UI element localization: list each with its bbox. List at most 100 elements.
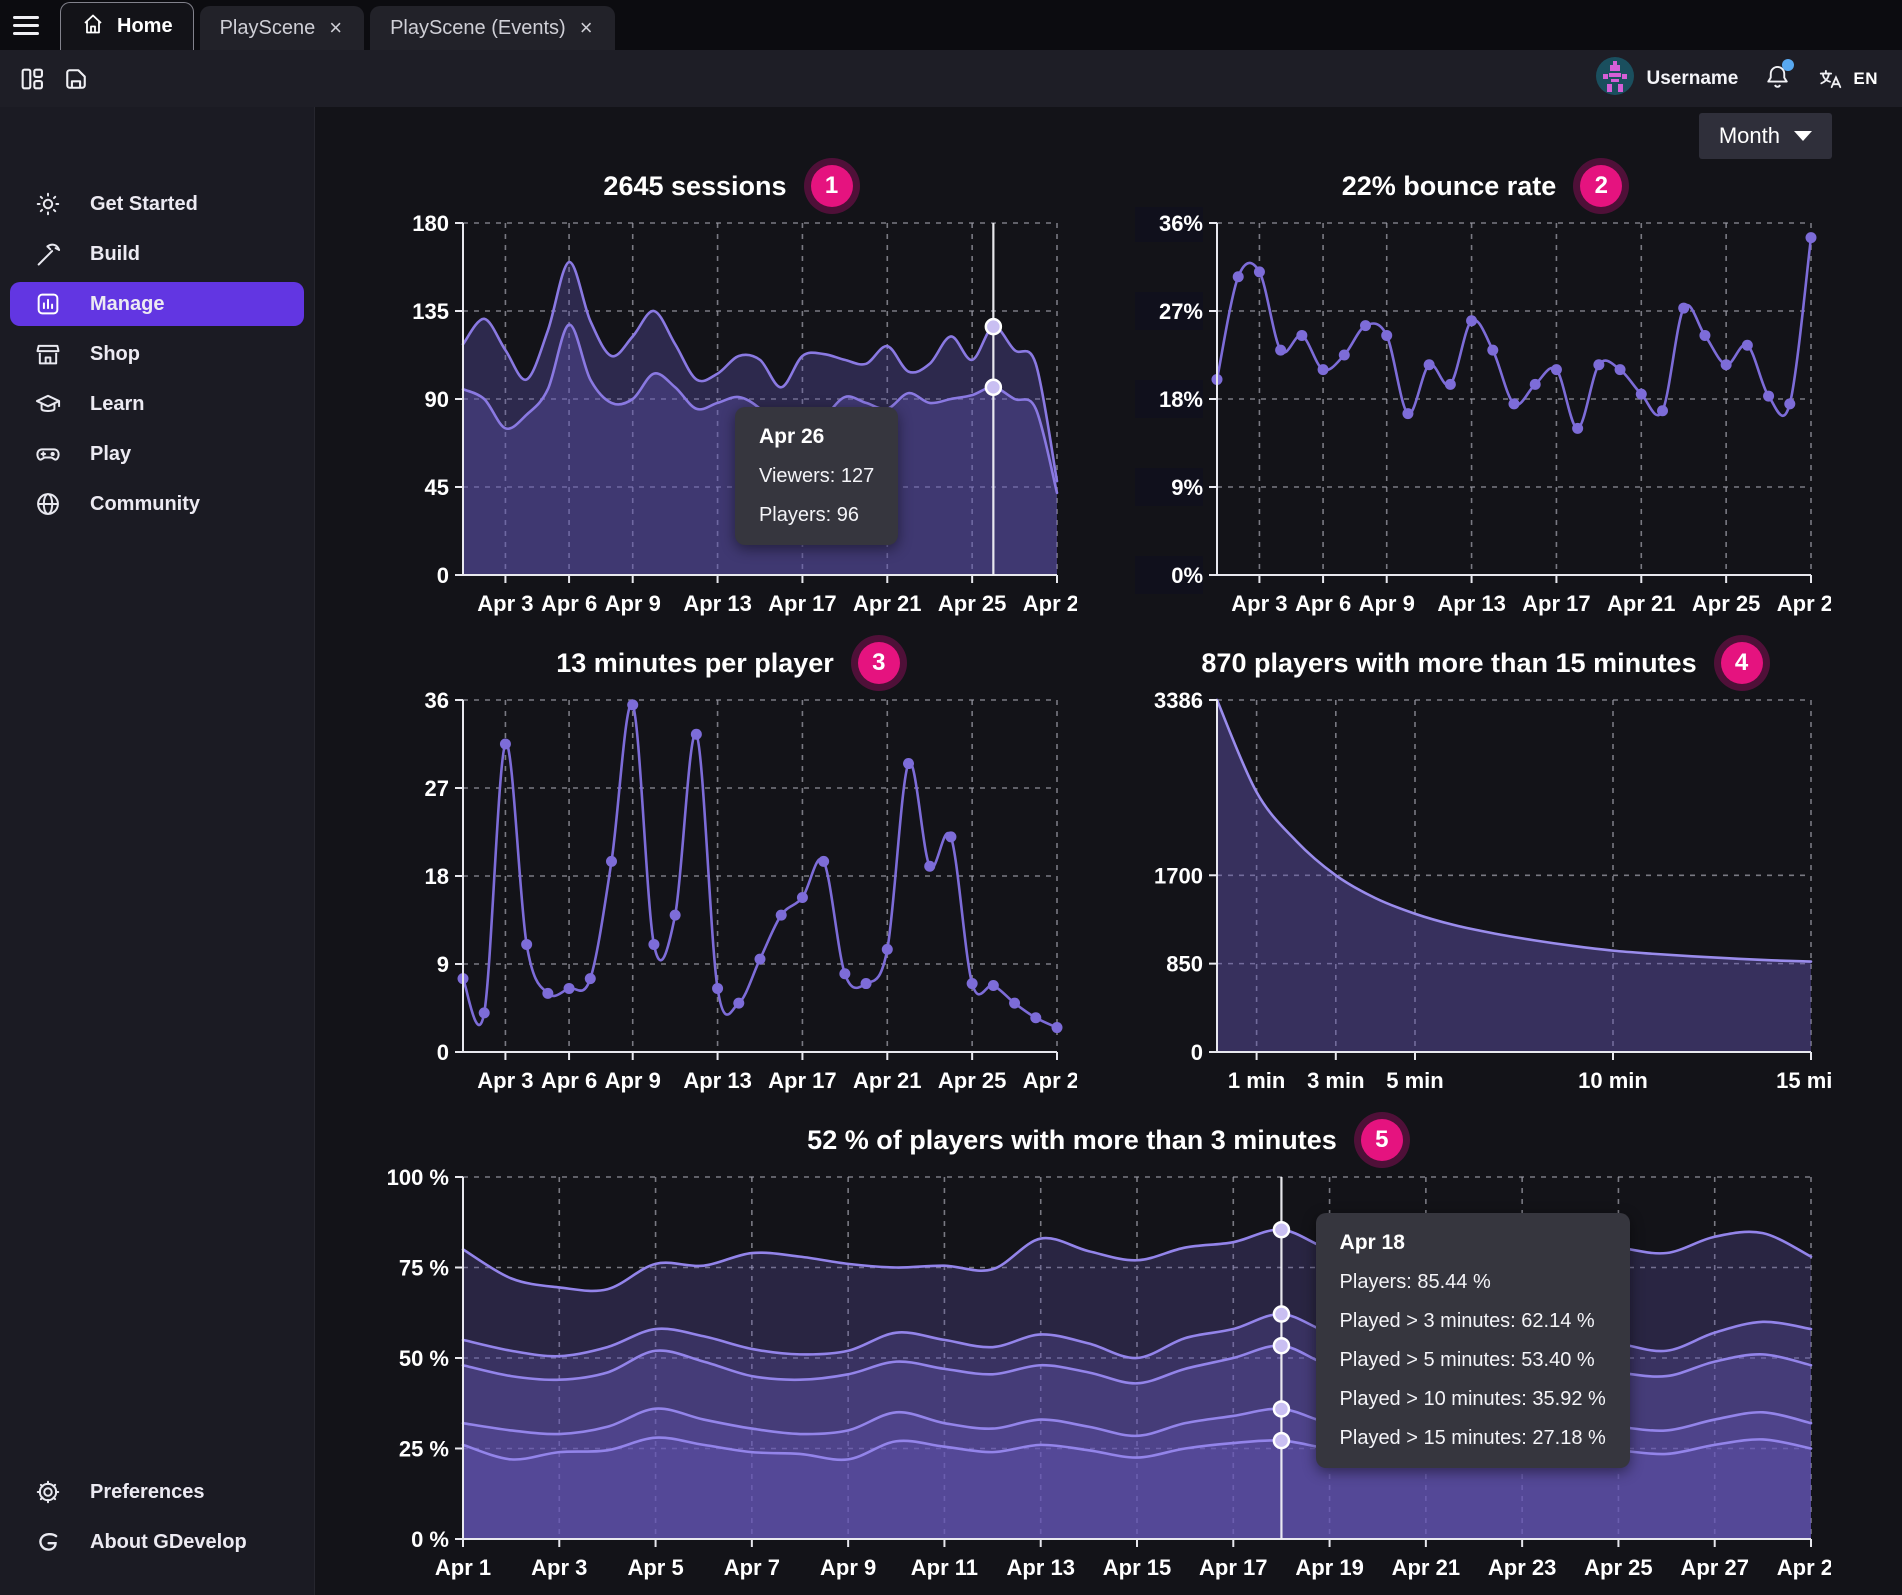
sidebar-item-label: Shop: [90, 343, 140, 366]
sessions-plot: 18013590450Apr 3Apr 6Apr 9Apr 13Apr 17Ap…: [379, 207, 1077, 632]
svg-text:Apr 6: Apr 6: [1295, 591, 1351, 616]
sidebar-item-about[interactable]: About GDevelop: [10, 1520, 304, 1564]
notifications-button[interactable]: [1764, 63, 1791, 95]
svg-text:100 %: 100 %: [387, 1165, 449, 1190]
svg-text:1 min: 1 min: [1228, 1068, 1285, 1093]
chart-tooltip: Apr 18 Players: 85.44 % Played > 3 minut…: [1316, 1213, 1630, 1468]
chart-tooltip: Apr 26 Viewers: 127 Players: 96: [735, 407, 898, 545]
svg-text:Apr 13: Apr 13: [683, 591, 751, 616]
svg-text:0%: 0%: [1171, 563, 1203, 588]
language-switcher[interactable]: EN: [1817, 66, 1878, 92]
analytics-icon: [34, 290, 62, 318]
save-icon[interactable]: [54, 57, 98, 101]
svg-text:Apr 21: Apr 21: [853, 591, 921, 616]
period-dropdown[interactable]: Month: [1699, 113, 1832, 159]
close-icon[interactable]: ×: [327, 17, 344, 39]
svg-text:Apr 25: Apr 25: [938, 1068, 1006, 1093]
tab-playscene-events[interactable]: PlayScene (Events) ×: [370, 6, 615, 50]
svg-text:36%: 36%: [1159, 211, 1203, 236]
tab-home[interactable]: Home: [60, 2, 194, 50]
svg-text:Apr 17: Apr 17: [1199, 1555, 1267, 1580]
gdevelop-logo-icon: [34, 1528, 62, 1556]
pickaxe-icon: [34, 240, 62, 268]
svg-text:1700: 1700: [1154, 863, 1203, 888]
svg-text:15 min: 15 min: [1776, 1068, 1831, 1093]
layout-panels-icon[interactable]: [10, 57, 54, 101]
svg-text:3386: 3386: [1154, 688, 1203, 713]
bounce-rate-plot: 36%27%18%9%0%Apr 3Apr 6Apr 9Apr 13Apr 17…: [1133, 207, 1831, 632]
step-badge-2[interactable]: 2: [1580, 165, 1622, 207]
svg-text:36: 36: [425, 688, 449, 713]
svg-text:Apr 9: Apr 9: [820, 1555, 876, 1580]
svg-text:Apr 15: Apr 15: [1103, 1555, 1171, 1580]
sidebar-item-community[interactable]: Community: [10, 482, 304, 526]
svg-text:Apr 29: Apr 29: [1023, 1068, 1077, 1093]
svg-text:Apr 6: Apr 6: [541, 1068, 597, 1093]
tooltip-line: Played > 5 minutes: 53.40 %: [1340, 1349, 1606, 1372]
chart-title: 52 % of players with more than 3 minutes: [807, 1125, 1337, 1156]
svg-text:Apr 29: Apr 29: [1023, 591, 1077, 616]
tooltip-line: Players: 85.44 %: [1340, 1271, 1606, 1294]
svg-text:Apr 9: Apr 9: [605, 1068, 661, 1093]
svg-text:0 %: 0 %: [411, 1527, 449, 1552]
svg-text:18%: 18%: [1159, 387, 1203, 412]
svg-text:3 min: 3 min: [1307, 1068, 1364, 1093]
chart-title: 22% bounce rate: [1342, 171, 1557, 202]
sidebar-item-shop[interactable]: Shop: [10, 332, 304, 376]
sidebar-item-label: Get Started: [90, 193, 198, 216]
svg-text:Apr 21: Apr 21: [853, 1068, 921, 1093]
toolbar: Username EN: [0, 50, 1902, 107]
tab-playscene[interactable]: PlayScene ×: [200, 6, 364, 50]
sidebar-item-build[interactable]: Build: [10, 232, 304, 276]
svg-text:Apr 29: Apr 29: [1777, 591, 1831, 616]
svg-text:Apr 17: Apr 17: [768, 1068, 836, 1093]
tooltip-line: Viewers: 127: [759, 465, 874, 488]
sidebar-item-preferences[interactable]: Preferences: [10, 1470, 304, 1514]
gamepad-icon: [34, 440, 62, 468]
svg-text:Apr 9: Apr 9: [1359, 591, 1415, 616]
sidebar-item-label: About GDevelop: [90, 1531, 247, 1554]
svg-text:Apr 29: Apr 29: [1777, 1555, 1831, 1580]
retention-plot: 3386170085001 min3 min5 min10 min15 min: [1133, 684, 1831, 1109]
tab-label: PlayScene (Events): [390, 17, 566, 40]
analytics-dashboard: Month 2645 sessions 1 18013590450Apr 3Ap…: [315, 107, 1902, 1595]
close-icon[interactable]: ×: [578, 17, 595, 39]
engagement-chart: 52 % of players with more than 3 minutes…: [379, 1119, 1831, 1595]
engagement-plot: 100 %75 %50 %25 %0 %Apr 1Apr 3Apr 5Apr 7…: [379, 1161, 1831, 1595]
svg-text:180: 180: [412, 211, 449, 236]
svg-text:Apr 17: Apr 17: [1522, 591, 1590, 616]
step-badge-1[interactable]: 1: [811, 165, 853, 207]
svg-text:Apr 3: Apr 3: [1231, 591, 1287, 616]
step-badge-3[interactable]: 3: [858, 642, 900, 684]
svg-text:Apr 21: Apr 21: [1392, 1555, 1460, 1580]
svg-text:Apr 13: Apr 13: [1437, 591, 1505, 616]
period-dropdown-label: Month: [1719, 123, 1780, 149]
tooltip-date: Apr 18: [1340, 1231, 1606, 1255]
svg-text:Apr 21: Apr 21: [1607, 591, 1675, 616]
sidebar-item-play[interactable]: Play: [10, 432, 304, 476]
svg-text:Apr 3: Apr 3: [477, 1068, 533, 1093]
step-badge-4[interactable]: 4: [1721, 642, 1763, 684]
svg-text:25 %: 25 %: [399, 1437, 449, 1462]
svg-text:Apr 25: Apr 25: [938, 591, 1006, 616]
svg-text:9: 9: [437, 952, 449, 977]
sidebar-item-get-started[interactable]: Get Started: [10, 182, 304, 226]
bounce-rate-chart: 22% bounce rate 2 36%27%18%9%0%Apr 3Apr …: [1133, 165, 1831, 632]
svg-text:Apr 7: Apr 7: [724, 1555, 780, 1580]
svg-text:Apr 19: Apr 19: [1295, 1555, 1363, 1580]
svg-text:45: 45: [425, 475, 449, 500]
svg-text:Apr 9: Apr 9: [605, 591, 661, 616]
step-badge-5[interactable]: 5: [1361, 1119, 1403, 1161]
chevron-down-icon: [1794, 131, 1812, 141]
menu-icon[interactable]: [0, 0, 52, 50]
username-label: Username: [1646, 68, 1738, 90]
sidebar-item-manage[interactable]: Manage: [10, 282, 304, 326]
storefront-icon: [34, 340, 62, 368]
user-menu[interactable]: Username: [1596, 57, 1738, 100]
sidebar-item-learn[interactable]: Learn: [10, 382, 304, 426]
tooltip-line: Played > 3 minutes: 62.14 %: [1340, 1310, 1606, 1333]
sidebar-item-label: Learn: [90, 393, 144, 416]
tooltip-line: Played > 15 minutes: 27.18 %: [1340, 1427, 1606, 1450]
svg-text:Apr 3: Apr 3: [477, 591, 533, 616]
svg-text:50 %: 50 %: [399, 1346, 449, 1371]
